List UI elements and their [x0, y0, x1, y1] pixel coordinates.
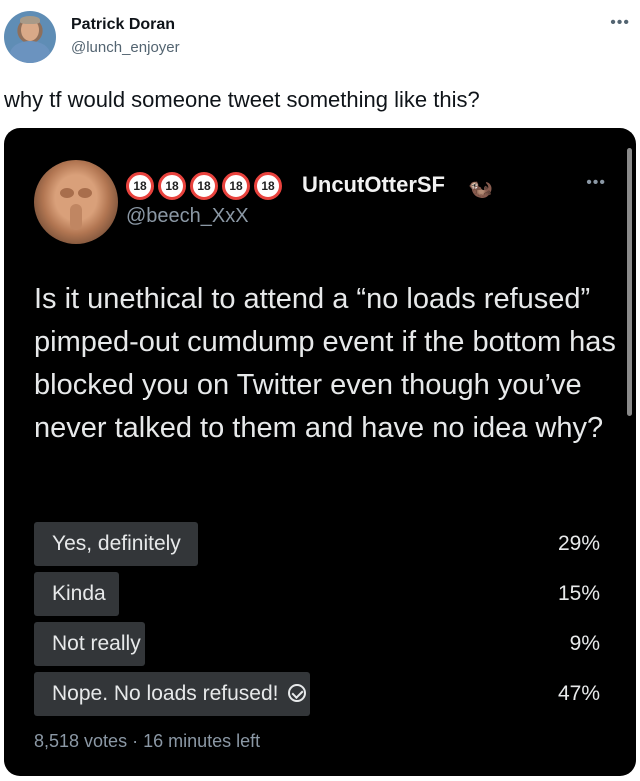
embedded-author-name: UncutOtterSF — [302, 172, 445, 197]
poll-option: Nope. No loads refused! 47% — [34, 672, 600, 716]
poll-option: Kinda 15% — [34, 572, 600, 616]
age-badge-18-icon: 18 — [254, 172, 282, 200]
embedded-screenshot[interactable]: 18 18 18 18 18 UncutOtterSF 🦦 @beech_XxX… — [4, 128, 636, 776]
poll-question: Is it unethical to attend a “no loads re… — [34, 283, 616, 444]
embedded-avatar — [34, 160, 118, 244]
embedded-author-handle: @beech_XxX — [126, 205, 249, 227]
embedded-more-icon: ••• — [586, 174, 606, 191]
more-icon[interactable]: ••• — [610, 14, 630, 32]
avatar[interactable] — [4, 11, 56, 63]
age-badge-18-icon: 18 — [158, 172, 186, 200]
age-badge-18-icon: 18 — [126, 172, 154, 200]
tweet-text: why tf would someone tweet something lik… — [4, 87, 480, 112]
author-name[interactable]: Patrick Doran — [71, 16, 175, 34]
poll-option-percent: 9% — [569, 632, 600, 655]
poll-footer: 8,518 votes · 16 minutes left — [34, 731, 261, 751]
check-circle-icon — [288, 684, 307, 702]
poll-option-percent: 29% — [557, 532, 600, 555]
poll-option: Yes, definitely 29% — [34, 522, 600, 566]
scrollbar — [627, 148, 632, 416]
poll-option-label: Nope. No loads refused! — [52, 682, 307, 706]
otter-icon: 🦦 — [468, 178, 493, 200]
age-badge-18-icon: 18 — [190, 172, 218, 200]
poll-option: Not really 9% — [34, 622, 600, 666]
poll-option-percent: 47% — [557, 682, 600, 705]
poll-option-percent: 15% — [557, 582, 600, 605]
poll-option-label-text: Nope. No loads refused! — [52, 682, 279, 705]
poll: Yes, definitely 29% Kinda 15% Not really… — [34, 522, 600, 722]
poll-option-label: Kinda — [52, 582, 106, 605]
poll-option-label: Not really — [52, 632, 141, 655]
age-badge-18-icon: 18 — [222, 172, 250, 200]
poll-option-label: Yes, definitely — [52, 532, 181, 555]
age-badges: 18 18 18 18 18 — [126, 172, 282, 200]
author-handle[interactable]: @lunch_enjoyer — [71, 39, 180, 56]
